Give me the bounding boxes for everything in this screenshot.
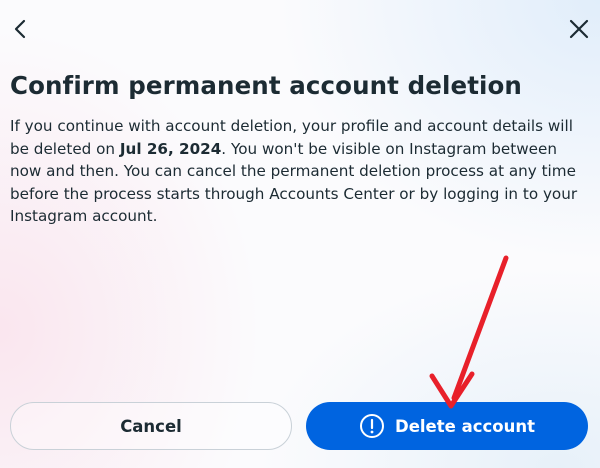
- alert-circle-icon: [359, 413, 385, 439]
- close-button[interactable]: [564, 14, 594, 44]
- cancel-button-label: Cancel: [120, 416, 182, 436]
- back-button[interactable]: [6, 14, 36, 44]
- deletion-date: Jul 26, 2024: [119, 139, 222, 158]
- dialog-title: Confirm permanent account deletion: [10, 71, 522, 100]
- close-icon: [569, 19, 589, 39]
- dialog-body: If you continue with account deletion, y…: [10, 115, 592, 228]
- delete-account-button-label: Delete account: [395, 416, 535, 436]
- cancel-button[interactable]: Cancel: [10, 402, 292, 450]
- chevron-left-icon: [14, 19, 26, 39]
- delete-account-button[interactable]: Delete account: [306, 402, 588, 450]
